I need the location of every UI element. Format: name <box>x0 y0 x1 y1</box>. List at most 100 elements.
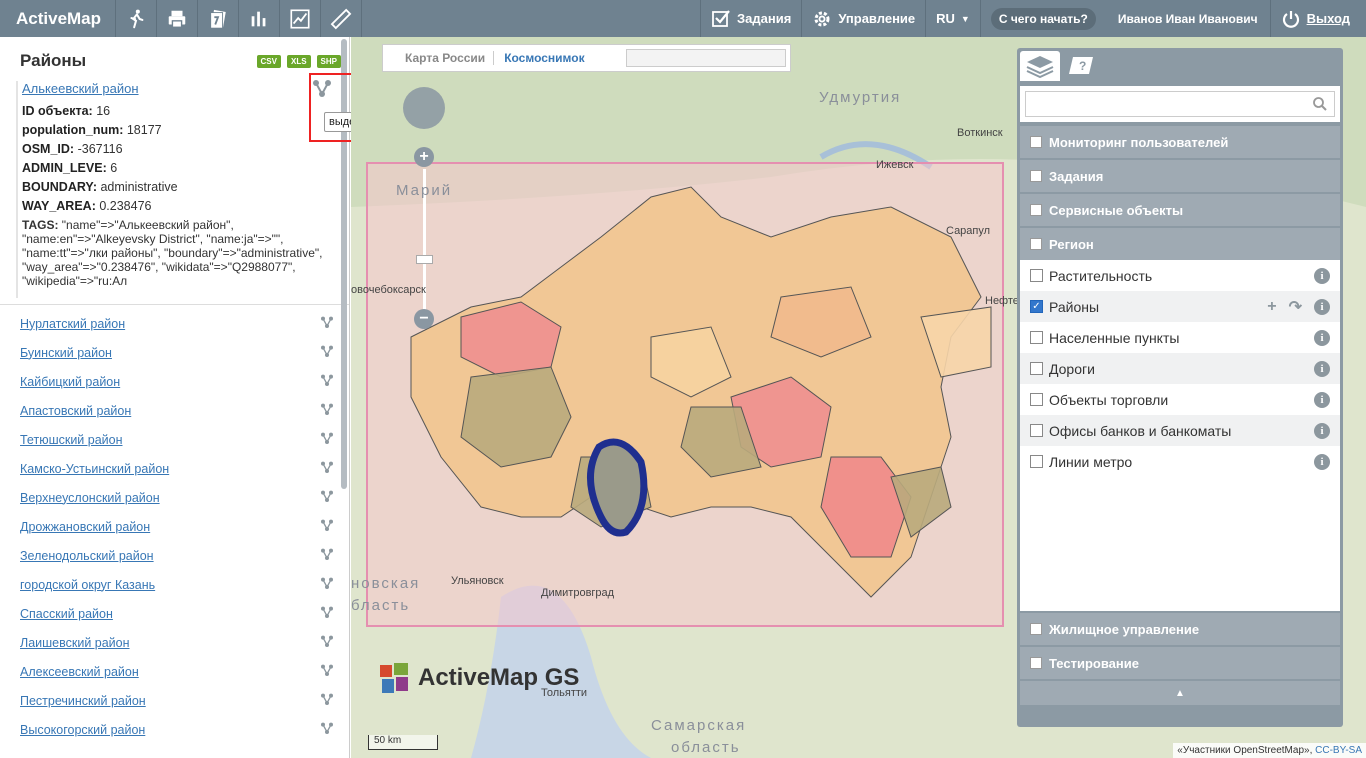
compass-icon[interactable] <box>403 87 445 129</box>
district-link[interactable]: Дрожжановский район <box>20 520 319 534</box>
district-link[interactable]: Кайбицкий район <box>20 375 319 389</box>
tab-russia-map[interactable]: Карта России <box>383 51 495 65</box>
app-logo[interactable]: ActiveMap <box>0 0 117 37</box>
layer-group[interactable]: Регион <box>1020 228 1340 260</box>
select-object-icon[interactable] <box>319 343 335 362</box>
layer-search-input[interactable] <box>1025 91 1335 117</box>
district-link[interactable]: Высокогорский район <box>20 723 319 737</box>
select-object-icon[interactable] <box>319 314 335 333</box>
district-link[interactable]: Зеленодольский район <box>20 549 319 563</box>
list-item: Дрожжановский район <box>0 512 349 541</box>
layer-checkbox[interactable] <box>1030 331 1043 344</box>
district-link[interactable]: Камско-Устьинский район <box>20 462 319 476</box>
zoom-out-button[interactable]: − <box>414 309 434 329</box>
select-object-icon[interactable] <box>319 691 335 710</box>
district-link[interactable]: Спасский район <box>20 607 319 621</box>
layer-checkbox[interactable] <box>1030 362 1043 375</box>
info-icon[interactable]: i <box>1314 453 1330 470</box>
help-button[interactable]: С чего начать? <box>990 7 1096 30</box>
export-csv-button[interactable]: CSV <box>256 54 281 68</box>
info-icon[interactable]: i <box>1314 267 1330 284</box>
tasks-button[interactable]: Задания <box>700 0 801 37</box>
info-icon[interactable]: i <box>1314 391 1330 408</box>
info-icon[interactable]: i <box>1314 329 1330 346</box>
layer-checkbox[interactable] <box>1030 424 1043 437</box>
layer-checkbox[interactable] <box>1030 269 1043 282</box>
layer-item: Дороги i <box>1020 353 1340 384</box>
manage-button[interactable]: Управление <box>801 0 925 37</box>
group-checkbox[interactable] <box>1030 204 1042 216</box>
logout-button[interactable]: Выход <box>1271 0 1366 37</box>
district-link[interactable]: Буинский район <box>20 346 319 360</box>
select-object-icon[interactable] <box>319 430 335 449</box>
group-checkbox[interactable] <box>1030 238 1042 250</box>
language-select[interactable]: RU ▼ <box>925 0 980 37</box>
group-checkbox[interactable] <box>1030 170 1042 182</box>
group-checkbox[interactable] <box>1030 657 1042 669</box>
district-link[interactable]: Лаишевский район <box>20 636 319 650</box>
layer-group[interactable]: Тестирование <box>1020 647 1340 679</box>
map-search-input[interactable] <box>626 49 786 67</box>
layer-group[interactable]: Сервисные объекты <box>1020 194 1340 226</box>
export-xls-button[interactable]: XLS <box>286 54 311 68</box>
select-object-icon[interactable] <box>319 517 335 536</box>
zoom-slider-handle[interactable] <box>416 255 433 264</box>
redo-icon[interactable]: ↷ <box>1289 297 1302 317</box>
group-checkbox[interactable] <box>1030 623 1042 635</box>
info-icon[interactable]: i <box>1314 422 1330 439</box>
collapse-button[interactable]: ▲ <box>1020 681 1340 705</box>
place-label: Ижевск <box>876 159 914 171</box>
select-object-icon[interactable] <box>319 488 335 507</box>
district-link[interactable]: Тетюшский район <box>20 433 319 447</box>
field-row: population_num: 18177 <box>22 123 162 137</box>
place-label: Сарапул <box>946 225 991 237</box>
select-object-icon[interactable] <box>319 575 335 594</box>
user-name[interactable]: Иванов Иван Иванович <box>1106 0 1271 37</box>
print-icon[interactable] <box>157 0 199 37</box>
checkbox-icon <box>712 9 730 27</box>
bar-chart-icon[interactable] <box>239 0 281 37</box>
selected-district-link[interactable]: Алькеевский район <box>22 81 333 104</box>
district-list: Нурлатский район Буинский район Кайбицкий … <box>0 309 349 744</box>
district-link[interactable]: Пестречинский район <box>20 694 319 708</box>
layer-group[interactable]: Мониторинг пользователей <box>1020 126 1340 158</box>
district-link[interactable]: Нурлатский район <box>20 317 319 331</box>
layer-group[interactable]: Жилищное управление <box>1020 613 1340 645</box>
layer-checkbox[interactable]: ✓ <box>1030 300 1043 313</box>
district-link[interactable]: Алексеевский район <box>20 665 319 679</box>
district-link[interactable]: Апастовский район <box>20 404 319 418</box>
district-link[interactable]: Верхнеуслонский район <box>20 491 319 505</box>
layers-tab[interactable] <box>1020 51 1060 81</box>
zoom-in-button[interactable]: + <box>414 147 434 167</box>
select-object-icon[interactable] <box>319 720 335 739</box>
select-object-icon[interactable] <box>319 546 335 565</box>
document-icon[interactable] <box>198 0 240 37</box>
legend-tab[interactable]: ? <box>1062 51 1102 81</box>
info-icon[interactable]: i <box>1314 360 1330 377</box>
layer-group[interactable]: Задания <box>1020 160 1340 192</box>
group-checkbox[interactable] <box>1030 136 1042 148</box>
select-object-icon[interactable] <box>319 401 335 420</box>
ruler-icon[interactable] <box>321 0 363 37</box>
select-object-icon[interactable] <box>319 662 335 681</box>
caret-down-icon: ▼ <box>960 13 970 24</box>
layer-item: Офисы банков и банкоматы i <box>1020 415 1340 446</box>
district-link[interactable]: городской округ Казань <box>20 578 319 592</box>
add-icon[interactable]: + <box>1267 298 1276 316</box>
layers-panel: ? Мониторинг пользователей Задания Сервисн… <box>1017 48 1343 727</box>
export-shp-button[interactable]: SHP <box>316 54 341 68</box>
select-object-icon[interactable] <box>319 372 335 391</box>
license-link[interactable]: CC-BY-SA <box>1315 745 1362 756</box>
walk-icon[interactable] <box>116 0 158 37</box>
left-panel: Районы CSV XLS SHP Алькеевский район ID … <box>0 37 350 758</box>
layer-checkbox[interactable] <box>1030 393 1043 406</box>
layer-checkbox[interactable] <box>1030 455 1043 468</box>
select-object-icon[interactable] <box>319 459 335 478</box>
select-object-icon[interactable] <box>319 633 335 652</box>
tab-satellite[interactable]: Космоснимок <box>494 51 604 65</box>
list-item: Пестречинский район <box>0 686 349 715</box>
info-icon[interactable]: i <box>1314 298 1330 315</box>
select-object-icon[interactable] <box>319 604 335 623</box>
layer-item: ✓ Районы + ↷ i <box>1020 291 1340 322</box>
line-chart-icon[interactable] <box>280 0 322 37</box>
